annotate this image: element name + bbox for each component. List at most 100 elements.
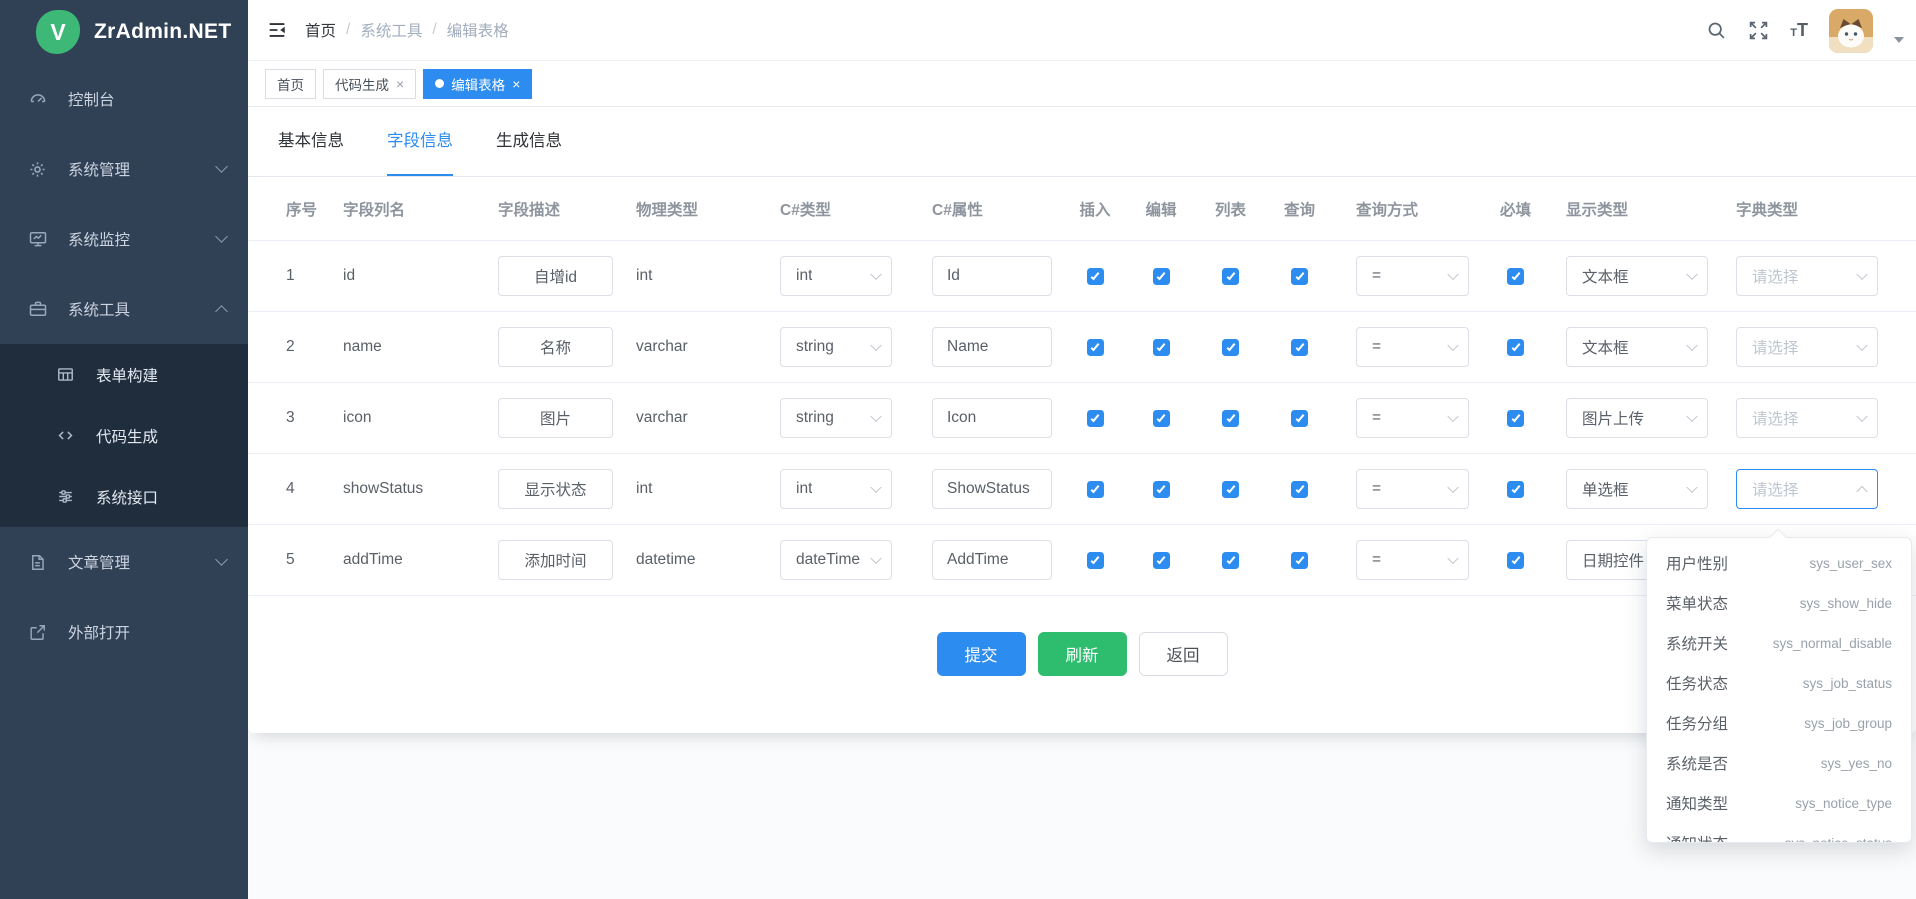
cs-property-input[interactable] [932,256,1052,296]
required-checkbox[interactable] [1507,339,1524,356]
display-type-select[interactable]: 单选框 [1566,469,1708,509]
cs-property-input[interactable] [932,469,1052,509]
query-checkbox[interactable] [1291,268,1308,285]
cs-property-input[interactable] [932,540,1052,580]
display-type-select[interactable]: 文本框 [1566,327,1708,367]
dict-option[interactable]: 系统开关sys_normal_disable [1647,623,1911,663]
query-checkbox[interactable] [1291,481,1308,498]
check-icon [1226,270,1235,279]
tab-1[interactable]: 字段信息 [387,107,453,176]
breadcrumb-item[interactable]: 首页 [305,19,336,41]
description-input[interactable] [498,256,613,296]
tag-home[interactable]: 首页 [265,69,316,99]
list-checkbox[interactable] [1222,552,1239,569]
dict-option[interactable]: 用户性别sys_user_sex [1647,543,1911,583]
dict-option[interactable]: 通知状态sys_notice_status [1647,823,1911,843]
submenu-item-code[interactable]: 代码生成 [0,405,248,466]
sidebar-item-toolbox[interactable]: 系统工具 [0,274,248,344]
cs-type-select[interactable]: dateTime [780,540,892,580]
edit-checkbox[interactable] [1153,268,1170,285]
required-checkbox[interactable] [1507,268,1524,285]
dict-option-label: 菜单状态 [1666,592,1728,614]
sidebar-item-document[interactable]: 文章管理 [0,527,248,597]
sidebar-item-label: 控制台 [68,88,226,110]
submenu-item-table[interactable]: 表单构建 [0,344,248,405]
tab-0[interactable]: 基本信息 [278,107,344,176]
dict-option[interactable]: 系统是否sys_yes_no [1647,743,1911,783]
insert-checkbox[interactable] [1087,339,1104,356]
insert-checkbox[interactable] [1087,268,1104,285]
cs-type-select[interactable]: string [780,398,892,438]
sidebar-item-monitor[interactable]: 系统监控 [0,204,248,274]
query-checkbox[interactable] [1291,410,1308,427]
dict-option[interactable]: 任务状态sys_job_status [1647,663,1911,703]
dict-option-code: sys_notice_status [1785,836,1892,844]
list-checkbox[interactable] [1222,339,1239,356]
back-button[interactable]: 返回 [1139,632,1228,676]
display-type-select[interactable]: 文本框 [1566,256,1708,296]
required-checkbox[interactable] [1507,552,1524,569]
dict-type-select[interactable]: 请选择 [1736,398,1878,438]
edit-checkbox[interactable] [1153,410,1170,427]
query-mode-select[interactable]: = [1356,469,1469,509]
sidebar-item-external[interactable]: 外部打开 [0,597,248,667]
description-input[interactable] [498,540,613,580]
dict-option[interactable]: 菜单状态sys_show_hide [1647,583,1911,623]
dict-option[interactable]: 通知类型sys_notice_type [1647,783,1911,823]
cs-property-input[interactable] [932,398,1052,438]
description-input[interactable] [498,398,613,438]
refresh-button[interactable]: 刷新 [1038,632,1127,676]
insert-checkbox[interactable] [1087,481,1104,498]
list-checkbox[interactable] [1222,268,1239,285]
sidebar-item-gear[interactable]: 系统管理 [0,134,248,204]
caret-down-icon[interactable] [1894,37,1904,43]
query-checkbox[interactable] [1291,339,1308,356]
cs-type-select-value: string [796,338,834,356]
description-input[interactable] [498,327,613,367]
display-type-select[interactable]: 图片上传 [1566,398,1708,438]
cs-type-select[interactable]: int [780,469,892,509]
toolbox-icon [28,299,52,319]
fullscreen-icon[interactable] [1748,20,1769,41]
tag-1[interactable]: 代码生成× [323,69,416,99]
required-checkbox[interactable] [1507,481,1524,498]
dict-type-select[interactable]: 请选择 [1736,327,1878,367]
query-checkbox[interactable] [1291,552,1308,569]
breadcrumb-item[interactable]: 系统工具 [360,19,422,41]
cs-type-select[interactable]: string [780,327,892,367]
required-checkbox[interactable] [1507,410,1524,427]
query-mode-select[interactable]: = [1356,540,1469,580]
query-checkbox-wrap [1291,268,1308,285]
font-size-icon[interactable]: TT [1790,20,1808,41]
edit-checkbox[interactable] [1153,552,1170,569]
description-input[interactable] [498,469,613,509]
sidebar-item-label: 文章管理 [68,551,217,573]
close-icon[interactable]: × [512,77,520,91]
cs-property-input[interactable] [932,327,1052,367]
tab-2[interactable]: 生成信息 [496,107,562,176]
dict-option[interactable]: 任务分组sys_job_group [1647,703,1911,743]
insert-checkbox[interactable] [1087,410,1104,427]
query-mode-select[interactable]: = [1356,398,1469,438]
query-mode-select[interactable]: = [1356,256,1469,296]
display-type-select-value: 单选框 [1582,478,1629,500]
submit-button[interactable]: 提交 [937,632,1026,676]
search-icon[interactable] [1706,20,1727,41]
tags-bar: 首页代码生成×编辑表格× [248,61,1916,107]
menu-fold-icon[interactable] [266,19,288,41]
user-avatar[interactable] [1829,9,1873,53]
dict-type-select[interactable]: 请选择 [1736,469,1878,509]
list-checkbox[interactable] [1222,481,1239,498]
query-mode-select[interactable]: = [1356,327,1469,367]
tag-2[interactable]: 编辑表格× [423,69,532,99]
submenu-item-sliders[interactable]: 系统接口 [0,466,248,527]
insert-checkbox[interactable] [1087,552,1104,569]
dict-type-select[interactable]: 请选择 [1736,256,1878,296]
sidebar-item-dashboard[interactable]: 控制台 [0,64,248,134]
list-checkbox[interactable] [1222,410,1239,427]
close-icon[interactable]: × [396,77,404,91]
edit-checkbox[interactable] [1153,481,1170,498]
edit-checkbox[interactable] [1153,339,1170,356]
cs-type-select[interactable]: int [780,256,892,296]
brand-logo-icon: V [36,10,80,54]
